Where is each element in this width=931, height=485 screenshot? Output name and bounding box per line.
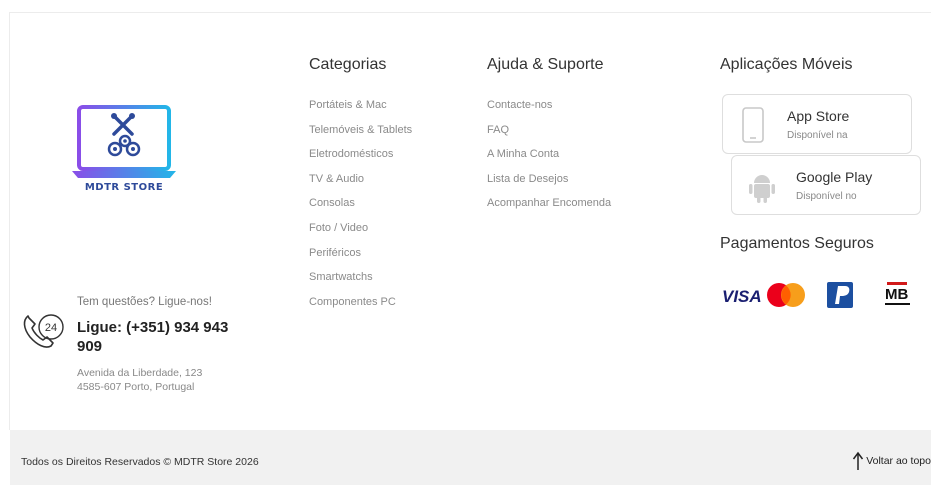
support-link[interactable]: Lista de Desejos	[487, 172, 611, 197]
address-line-2: 4585-607 Porto, Portugal	[77, 381, 195, 393]
contact-question: Tem questões? Ligue-nos!	[77, 296, 212, 308]
visa-text: VISA	[722, 287, 762, 306]
laptop-logo-icon	[72, 105, 176, 178]
footer-bottom-bar: Todos os Direitos Reservados © MDTR Stor…	[10, 430, 931, 485]
contact-address: Avenida da Liberdade, 123 4585-607 Porto…	[77, 366, 202, 394]
category-link[interactable]: Smartwatchs	[309, 270, 412, 295]
footer-top-border	[10, 12, 931, 13]
category-link[interactable]: Consolas	[309, 196, 412, 221]
support-link[interactable]: A Minha Conta	[487, 147, 611, 172]
android-icon	[749, 175, 775, 203]
google-play-sub: Disponível no	[796, 191, 857, 202]
logo-text: MDTR STORE	[84, 182, 164, 193]
google-play-button[interactable]: Google Play Disponível no	[731, 155, 921, 215]
category-link[interactable]: Portáteis & Mac	[309, 98, 412, 123]
phone-icon-label: 24	[45, 322, 57, 334]
copyright-text: Todos os Direitos Reservados © MDTR Stor…	[21, 456, 259, 468]
category-link[interactable]: Periféricos	[309, 246, 412, 271]
footer-left-border	[9, 12, 10, 430]
mastercard-icon	[767, 283, 805, 307]
categories-list: Portáteis & Mac Telemóveis & Tablets Ele…	[309, 98, 412, 319]
contact-phone[interactable]: Ligue: (+351) 934 943 909	[77, 318, 257, 356]
arrow-up-icon	[853, 451, 864, 470]
back-to-top-label: Voltar ao topo	[866, 455, 931, 467]
category-link[interactable]: Eletrodomésticos	[309, 147, 412, 172]
app-store-name: App Store	[787, 108, 850, 124]
payments-title: Pagamentos Seguros	[720, 235, 874, 252]
app-store-button[interactable]: App Store Disponível na	[722, 94, 912, 154]
support-link[interactable]: Contacte-nos	[487, 98, 611, 123]
app-store-sub: Disponível na	[787, 130, 848, 141]
category-link[interactable]: Componentes PC	[309, 295, 412, 320]
category-link[interactable]: TV & Audio	[309, 172, 412, 197]
smartphone-icon	[742, 107, 764, 143]
address-line-1: Avenida da Liberdade, 123	[77, 367, 203, 379]
support-link[interactable]: FAQ	[487, 123, 611, 148]
categories-title: Categorias	[309, 56, 387, 73]
paypal-icon	[827, 282, 853, 308]
apps-title: Aplicações Móveis	[720, 56, 853, 73]
brand-logo[interactable]: MDTR STORE	[70, 104, 178, 196]
google-play-name: Google Play	[796, 169, 873, 185]
back-to-top-link[interactable]: Voltar ao topo	[852, 451, 931, 471]
support-list: Contacte-nos FAQ A Minha Conta Lista de …	[487, 98, 611, 221]
payment-methods: VISA MB	[722, 282, 910, 308]
category-link[interactable]: Telemóveis & Tablets	[309, 123, 412, 148]
support-title: Ajuda & Suporte	[487, 56, 604, 73]
mb-text: MB	[885, 286, 908, 303]
multibanco-icon: MB	[885, 282, 910, 305]
phone-24-icon: 24	[23, 314, 64, 348]
category-link[interactable]: Foto / Video	[309, 221, 412, 246]
visa-icon: VISA	[722, 287, 762, 306]
support-link[interactable]: Acompanhar Encomenda	[487, 196, 611, 221]
